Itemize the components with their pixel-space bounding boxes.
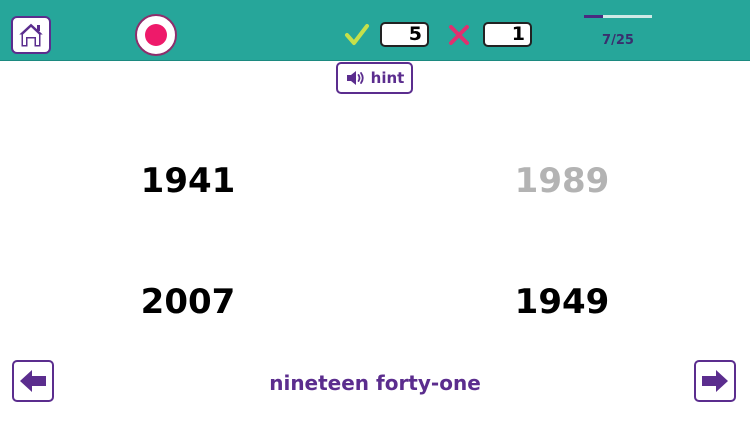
choice-option[interactable]: 1941 <box>108 161 268 201</box>
record-icon <box>145 24 167 46</box>
choice-option-dimmed[interactable]: 1989 <box>482 161 642 201</box>
hint-label: hint <box>370 69 405 87</box>
progress-bar <box>584 15 652 18</box>
choice-option[interactable]: 2007 <box>108 282 268 322</box>
prompt-text: nineteen forty-one <box>269 371 481 395</box>
progress-counter: 7/25 <box>602 33 634 48</box>
hint-button[interactable]: hint <box>336 62 413 94</box>
home-icon <box>16 22 46 48</box>
arrow-left-icon <box>20 370 46 392</box>
previous-button[interactable] <box>12 360 54 402</box>
record-button[interactable] <box>135 14 177 56</box>
next-button[interactable] <box>694 360 736 402</box>
app-screen: 5 1 7/25 hint 1941 1989 2007 1949 ninete… <box>0 0 750 422</box>
correct-count: 5 <box>380 22 429 47</box>
home-button[interactable] <box>11 16 51 54</box>
x-icon <box>449 25 469 45</box>
speaker-icon <box>346 71 364 85</box>
choice-option[interactable]: 1949 <box>482 282 642 322</box>
arrow-right-icon <box>702 370 728 392</box>
progress-bar-fill <box>584 15 604 18</box>
wrong-count: 1 <box>483 22 532 47</box>
check-icon <box>345 24 369 45</box>
top-bar: 5 1 7/25 <box>0 0 750 61</box>
